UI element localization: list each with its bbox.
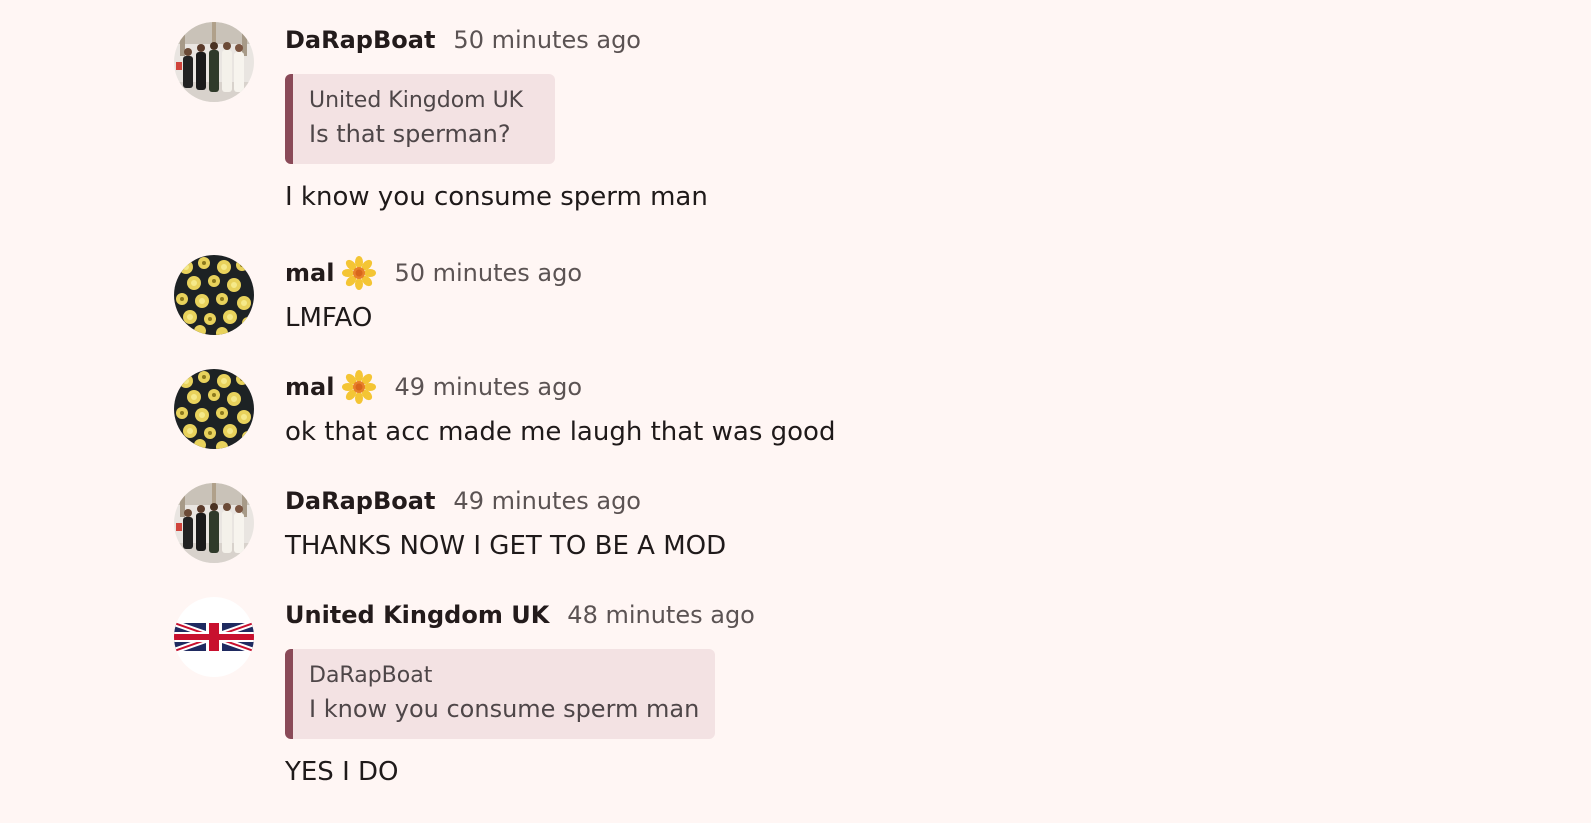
author-name[interactable]: mal bbox=[285, 259, 334, 287]
flowers-avatar-icon bbox=[174, 369, 254, 449]
message-content: United Kingdom UK 48 minutes ago DaRapBo… bbox=[285, 597, 755, 789]
message-header: United Kingdom UK 48 minutes ago bbox=[285, 597, 755, 633]
message-header: mal 49 minutes ago bbox=[285, 369, 835, 405]
quote-author: DaRapBoat bbox=[309, 663, 433, 688]
message-header: DaRapBoat 49 minutes ago bbox=[285, 483, 726, 519]
avatar[interactable] bbox=[174, 597, 254, 677]
avatar[interactable] bbox=[174, 483, 254, 563]
message-content: mal 50 minutes ago LMFAO bbox=[285, 255, 582, 335]
timestamp: 49 minutes ago bbox=[394, 373, 583, 401]
group-photo-avatar-icon bbox=[174, 22, 254, 102]
chat-feed: DaRapBoat 50 minutes ago United Kingdom … bbox=[0, 0, 1591, 823]
message-text: LMFAO bbox=[285, 303, 373, 333]
timestamp: 50 minutes ago bbox=[394, 259, 583, 287]
avatar[interactable] bbox=[174, 255, 254, 335]
quote-text: Is that sperman? bbox=[309, 120, 511, 148]
message-text: THANKS NOW I GET TO BE A MOD bbox=[285, 531, 727, 561]
timestamp: 50 minutes ago bbox=[453, 26, 641, 54]
message-header: DaRapBoat 50 minutes ago bbox=[285, 22, 708, 58]
message-content: DaRapBoat 49 minutes ago THANKS NOW I GE… bbox=[285, 483, 726, 563]
author-name[interactable]: DaRapBoat bbox=[285, 26, 435, 54]
message-header: mal 50 minutes ago bbox=[285, 255, 582, 291]
message-content: DaRapBoat 50 minutes ago United Kingdom … bbox=[285, 22, 708, 214]
author-name[interactable]: United Kingdom UK bbox=[285, 601, 549, 629]
sunflower-icon bbox=[342, 256, 376, 290]
reply-quote[interactable]: United Kingdom UK Is that sperman? bbox=[285, 74, 555, 164]
reply-quote[interactable]: DaRapBoat I know you consume sperm man bbox=[285, 649, 715, 739]
sunflower-icon bbox=[342, 370, 376, 404]
avatar[interactable] bbox=[174, 369, 254, 449]
message-text: I know you consume sperm man bbox=[285, 182, 708, 212]
message-content: mal 49 minutes ago ok that acc made me l… bbox=[285, 369, 835, 449]
timestamp: 49 minutes ago bbox=[453, 487, 641, 515]
quote-text: I know you consume sperm man bbox=[309, 695, 700, 723]
flowers-avatar-icon bbox=[174, 255, 254, 335]
quote-author: United Kingdom UK bbox=[309, 88, 524, 113]
union-jack-avatar-icon bbox=[174, 597, 254, 677]
message-text: ok that acc made me laugh that was good bbox=[285, 417, 836, 447]
avatar[interactable] bbox=[174, 22, 254, 102]
group-photo-avatar-icon bbox=[174, 483, 254, 563]
message-text: YES I DO bbox=[285, 757, 399, 787]
author-name[interactable]: DaRapBoat bbox=[285, 487, 435, 515]
timestamp: 48 minutes ago bbox=[567, 601, 755, 629]
author-name[interactable]: mal bbox=[285, 373, 334, 401]
